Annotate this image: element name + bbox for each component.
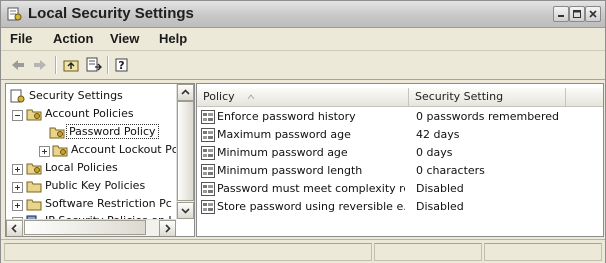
- folder-icon: [26, 109, 42, 121]
- policy-setting: 0 days: [416, 146, 453, 159]
- title-bar[interactable]: Local Security Settings: [1, 1, 605, 28]
- expand-toggle[interactable]: [12, 200, 23, 211]
- expand-toggle[interactable]: [12, 164, 23, 175]
- column-divider[interactable]: [408, 88, 409, 106]
- back-arrow-icon[interactable]: [9, 56, 27, 74]
- toolbar-separator: [55, 56, 57, 74]
- policy-name: Minimum password age: [217, 146, 348, 159]
- window-title: Local Security Settings: [28, 5, 194, 22]
- policy-setting: 0 passwords remembered: [416, 110, 559, 123]
- list-row[interactable]: Minimum password age 0 days: [197, 144, 603, 162]
- menu-help[interactable]: Help: [159, 31, 187, 46]
- tree-item-label: Software Restriction Pc: [45, 197, 172, 210]
- menu-view[interactable]: View: [110, 31, 139, 46]
- status-segment: [374, 243, 482, 261]
- policy-setting: Disabled: [416, 182, 464, 195]
- tree-item-label: Security Settings: [29, 89, 123, 102]
- scroll-down-button[interactable]: [177, 202, 194, 219]
- policy-name: Maximum password age: [217, 128, 351, 141]
- scroll-left-button[interactable]: [6, 220, 23, 236]
- policy-setting: 0 characters: [416, 164, 485, 177]
- policy-icon: [201, 200, 215, 214]
- toolbar-separator: [107, 56, 109, 74]
- policy-name: Password must meet complexity re...: [217, 182, 405, 195]
- expand-toggle[interactable]: [39, 146, 50, 157]
- tree-horizontal-scrollbar[interactable]: [6, 219, 176, 236]
- menu-action[interactable]: Action: [53, 31, 93, 46]
- tree-item-label: Account Policies: [45, 107, 134, 120]
- tree-item-label: Public Key Policies: [45, 179, 146, 192]
- tree-pane[interactable]: Security Settings Account Policies Passw…: [5, 83, 195, 237]
- up-one-level-icon[interactable]: [62, 56, 80, 74]
- policy-name: Store password using reversible e...: [217, 200, 405, 213]
- tree-item-label: Local Policies: [45, 161, 118, 174]
- toolbar: ?: [1, 51, 605, 80]
- tree-item-label: Password Policy: [66, 124, 159, 139]
- scroll-thumb[interactable]: [177, 101, 194, 201]
- list-header: Policy Security Setting: [197, 88, 603, 107]
- policy-setting: Disabled: [416, 200, 464, 213]
- policy-icon: [201, 146, 215, 160]
- tree-item-label: Account Lockout Pc: [71, 143, 178, 156]
- export-list-icon[interactable]: [85, 56, 103, 74]
- scroll-thumb[interactable]: [24, 220, 146, 235]
- forward-arrow-icon[interactable]: [31, 56, 49, 74]
- policy-icon: [201, 110, 215, 124]
- tree-vertical-scrollbar[interactable]: [176, 84, 194, 219]
- list-row[interactable]: Enforce password history 0 passwords rem…: [197, 108, 603, 126]
- policy-icon: [201, 164, 215, 178]
- security-settings-icon: [7, 7, 22, 21]
- column-divider[interactable]: [565, 88, 566, 106]
- column-header-policy[interactable]: Policy: [203, 90, 235, 103]
- close-icon: [589, 10, 597, 18]
- scroll-right-button[interactable]: [159, 220, 176, 236]
- scroll-up-button[interactable]: [177, 84, 194, 101]
- folder-icon: [52, 145, 68, 157]
- minimize-button[interactable]: [553, 6, 569, 22]
- menu-file[interactable]: File: [10, 31, 32, 46]
- policy-name: Enforce password history: [217, 110, 356, 123]
- maximize-icon: [573, 10, 581, 18]
- column-header-security-setting[interactable]: Security Setting: [415, 90, 503, 103]
- list-row[interactable]: Minimum password length 0 characters: [197, 162, 603, 180]
- security-settings-icon: [10, 89, 25, 103]
- collapse-toggle[interactable]: [12, 110, 23, 121]
- status-segment: [4, 243, 372, 261]
- status-bar: [1, 239, 605, 263]
- expand-toggle[interactable]: [12, 182, 23, 193]
- sort-indicator-icon: [247, 94, 255, 100]
- chevron-right-icon: [165, 224, 171, 233]
- app-window: Local Security Settings File Action View…: [0, 0, 606, 263]
- list-row[interactable]: Maximum password age 42 days: [197, 126, 603, 144]
- chevron-up-icon: [181, 89, 190, 95]
- policy-icon: [201, 128, 215, 142]
- folder-icon: [26, 199, 42, 211]
- close-button[interactable]: [585, 6, 601, 22]
- folder-icon: [49, 127, 65, 139]
- menu-bar: File Action View Help: [1, 28, 605, 51]
- policy-icon: [201, 182, 215, 196]
- policy-list: Policy Security Setting Enforce password…: [196, 83, 604, 237]
- policy-setting: 42 days: [416, 128, 460, 141]
- maximize-button[interactable]: [569, 6, 585, 22]
- chevron-down-icon: [181, 208, 190, 214]
- svg-text:?: ?: [118, 59, 124, 72]
- list-row[interactable]: Store password using reversible e... Dis…: [197, 198, 603, 216]
- list-row[interactable]: Password must meet complexity re... Disa…: [197, 180, 603, 198]
- folder-icon: [26, 181, 42, 193]
- help-icon[interactable]: ?: [114, 56, 132, 74]
- status-segment: [484, 243, 602, 261]
- folder-icon: [26, 163, 42, 175]
- minimize-icon: [558, 15, 564, 17]
- policy-name: Minimum password length: [217, 164, 363, 177]
- chevron-left-icon: [11, 224, 17, 233]
